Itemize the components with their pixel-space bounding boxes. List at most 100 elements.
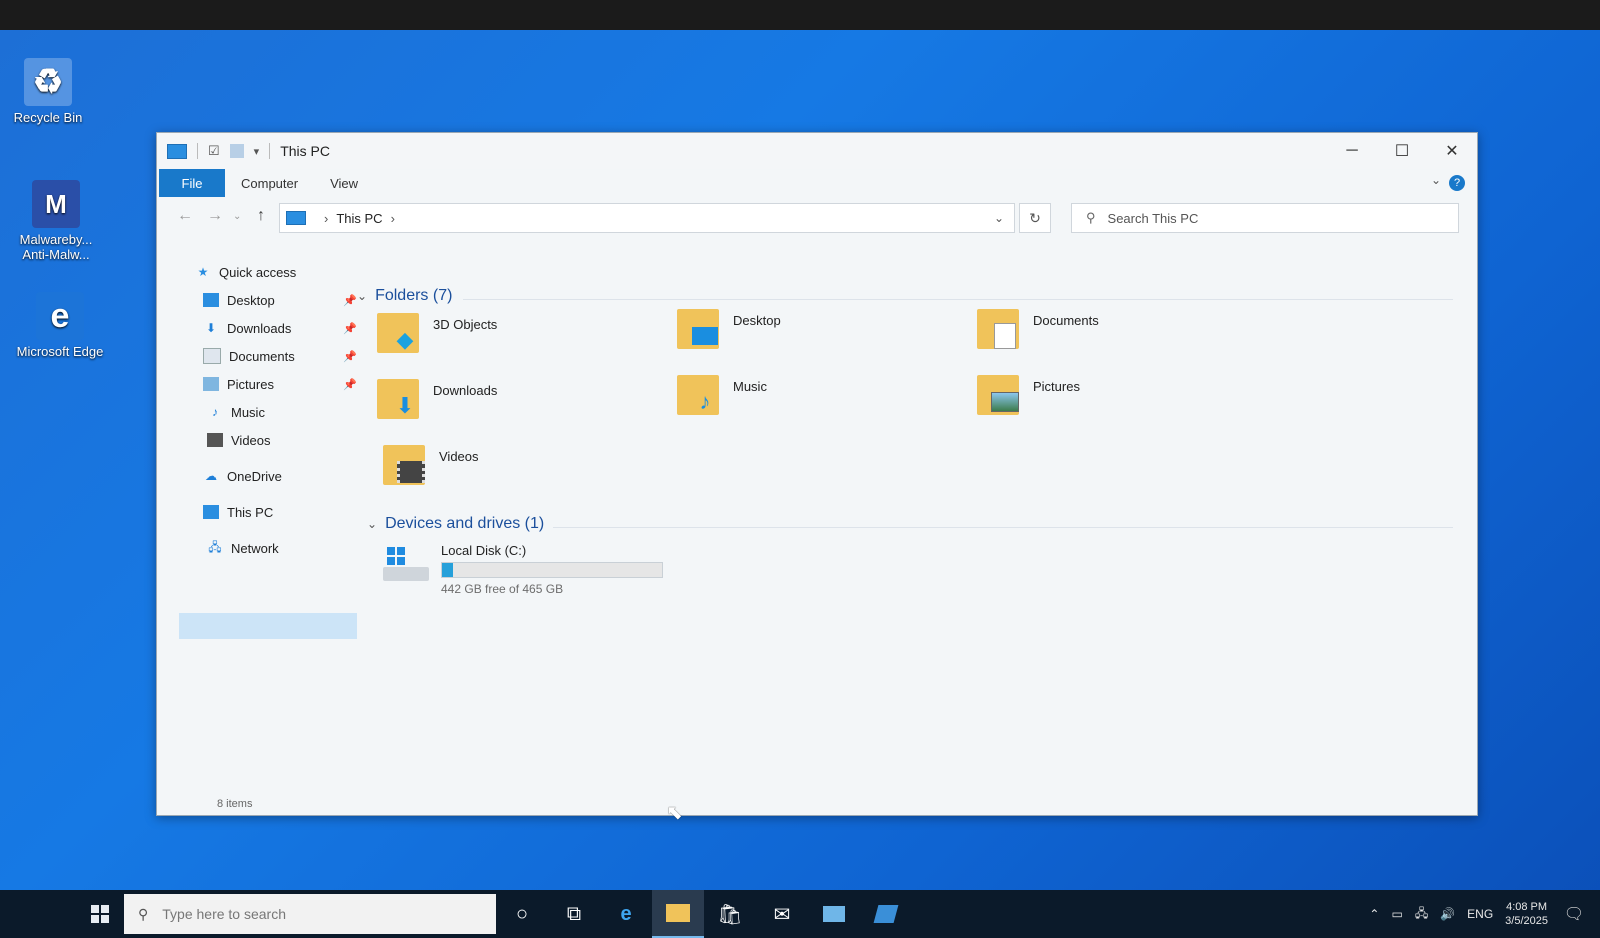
expand-ribbon-icon[interactable]: ⌄: [1431, 173, 1441, 187]
nav-label: OneDrive: [227, 468, 282, 484]
drive-label: Local Disk (C:): [441, 543, 527, 558]
volume-icon[interactable]: 🔊: [1440, 907, 1455, 921]
nav-label: This PC: [227, 504, 274, 520]
new-folder-quick-icon[interactable]: [229, 144, 244, 158]
divider: [463, 299, 1453, 300]
ribbon-tabs: File Computer View: [157, 169, 1477, 197]
photos-icon[interactable]: [808, 890, 860, 938]
customize-toolbar-icon[interactable]: ▾: [254, 145, 260, 158]
action-center-icon[interactable]: 🗨: [1560, 900, 1588, 928]
downloads-icon: ⬇: [395, 393, 415, 418]
devices-group-header[interactable]: ⌄ Devices and drives (1): [367, 515, 544, 533]
desktop-icon-label: Malwareby... Anti-Malw...: [19, 232, 93, 262]
drive-local-disk-c[interactable]: Local Disk (C:) 442 GB free of 465 GB: [383, 543, 683, 599]
chevron-up-icon[interactable]: ⌃: [1369, 907, 1379, 921]
tab-view[interactable]: View: [314, 169, 374, 197]
nav-label: Documents: [229, 348, 295, 364]
folder-desktop[interactable]: Desktop: [677, 305, 957, 361]
task-view-icon[interactable]: ⧉: [548, 890, 600, 938]
cloud-icon: ☁: [205, 469, 217, 483]
divider: [553, 527, 1453, 528]
search-placeholder: Search This PC: [1107, 210, 1199, 226]
minimize-button[interactable]: ─: [1327, 133, 1377, 169]
nav-label: Music: [231, 404, 265, 420]
address-dropdown-icon[interactable]: ⌄: [994, 211, 1004, 225]
folders-group-header[interactable]: ⌄ Folders (7): [357, 287, 452, 305]
close-button[interactable]: ✕: [1427, 133, 1477, 169]
address-bar[interactable]: › This PC › ⌄: [279, 203, 1015, 233]
videos-icon: [397, 459, 425, 485]
taskbar-search-input[interactable]: ⚲ Type here to search: [124, 894, 496, 934]
divider: [269, 143, 271, 159]
documents-icon: [203, 348, 221, 364]
desktop-icon: [203, 293, 219, 307]
edge-icon[interactable]: e: [600, 890, 652, 938]
back-arrow-icon[interactable]: ←: [177, 207, 193, 225]
battery-icon[interactable]: ▭: [1391, 907, 1402, 921]
folder-pictures[interactable]: Pictures: [977, 371, 1257, 427]
documents-icon: [991, 323, 1019, 349]
nav-item-desktop[interactable]: Desktop 📌: [203, 287, 357, 313]
nav-item-pictures[interactable]: Pictures 📌: [203, 371, 357, 397]
tab-computer[interactable]: Computer: [225, 169, 314, 197]
clock[interactable]: 4:08 PM 3/5/2025: [1505, 900, 1548, 928]
cortana-icon[interactable]: ○: [496, 890, 548, 938]
folder-music[interactable]: ♪ Music: [677, 371, 957, 427]
recent-locations-icon[interactable]: ⌄: [233, 211, 241, 222]
nav-item-downloads[interactable]: ⬇ Downloads 📌: [203, 315, 357, 341]
folder-documents[interactable]: Documents: [977, 305, 1257, 361]
drive-usage-bar: [441, 562, 663, 578]
malwarebytes-desktop-icon[interactable]: M Malwareby... Anti-Malw...: [8, 180, 104, 262]
folder-3d-objects[interactable]: ◆ 3D Objects: [377, 309, 657, 365]
help-icon[interactable]: ?: [1449, 175, 1465, 191]
up-arrow-icon[interactable]: ↑: [257, 207, 265, 225]
forward-arrow-icon[interactable]: →: [207, 207, 223, 225]
nav-onedrive[interactable]: ☁ OneDrive: [203, 463, 282, 489]
folder-label: 3D Objects: [433, 317, 498, 332]
music-icon: ♪: [212, 405, 218, 419]
this-pc-icon: [286, 211, 306, 225]
folder-label: Videos: [439, 449, 479, 464]
nav-item-music[interactable]: ♪ Music: [207, 399, 265, 425]
this-pc-icon: [167, 143, 187, 159]
content-area: ⌄ Folders (7) ◆ 3D Objects Desktop Docum…: [353, 243, 1463, 783]
recycle-bin-desktop-icon[interactable]: ♻ Recycle Bin: [0, 58, 96, 125]
nav-this-pc[interactable]: This PC: [203, 499, 273, 525]
chevron-down-icon: ⌄: [367, 517, 378, 531]
address-segment[interactable]: This PC: [336, 211, 382, 226]
system-tray: ⌃ ▭ 🖧 🔊 ENG 4:08 PM 3/5/2025: [1369, 890, 1548, 938]
status-bar: 8 items: [157, 793, 1477, 815]
mail-icon[interactable]: ✉: [756, 890, 808, 938]
search-icon: ⚲: [1086, 210, 1096, 225]
properties-quick-icon[interactable]: ☑: [208, 143, 220, 159]
nav-network[interactable]: 🖧 Network: [207, 535, 278, 561]
file-explorer-window: ☑ ▾ This PC ─ ☐ ✕ File Computer View ⌄ ?…: [156, 132, 1478, 816]
start-button[interactable]: [76, 890, 124, 938]
folder-downloads[interactable]: ⬇ Downloads: [377, 375, 657, 431]
edge-desktop-icon[interactable]: e Microsoft Edge: [12, 292, 108, 359]
refresh-button[interactable]: ↻: [1019, 203, 1051, 233]
app-icon[interactable]: [860, 890, 912, 938]
window-title: This PC: [280, 143, 330, 159]
folder-label: Downloads: [433, 383, 498, 398]
network-icon[interactable]: 🖧: [1415, 904, 1428, 925]
nav-quick-access[interactable]: ★ Quick access: [195, 259, 297, 285]
title-bar: ☑ ▾ This PC ─ ☐ ✕: [157, 133, 1477, 169]
store-icon[interactable]: 🛍: [704, 890, 756, 938]
nav-item-videos[interactable]: Videos: [207, 427, 271, 453]
nav-item-documents[interactable]: Documents 📌: [203, 343, 357, 369]
nav-label: Pictures: [227, 376, 274, 392]
nav-label: Quick access: [219, 264, 297, 280]
videos-icon: [207, 433, 223, 447]
pictures-icon: [991, 389, 1019, 415]
tab-file[interactable]: File: [159, 169, 225, 197]
input-language[interactable]: ENG: [1467, 907, 1493, 921]
3d-objects-icon: ◆: [396, 327, 414, 352]
file-explorer-icon[interactable]: [652, 890, 704, 938]
folder-videos[interactable]: Videos: [383, 441, 663, 497]
maximize-button[interactable]: ☐: [1377, 133, 1427, 169]
search-input[interactable]: ⚲ Search This PC: [1071, 203, 1459, 233]
chevron-right-icon[interactable]: ›: [391, 211, 395, 226]
chevron-right-icon[interactable]: ›: [324, 211, 328, 226]
folder-label: Pictures: [1033, 379, 1080, 394]
